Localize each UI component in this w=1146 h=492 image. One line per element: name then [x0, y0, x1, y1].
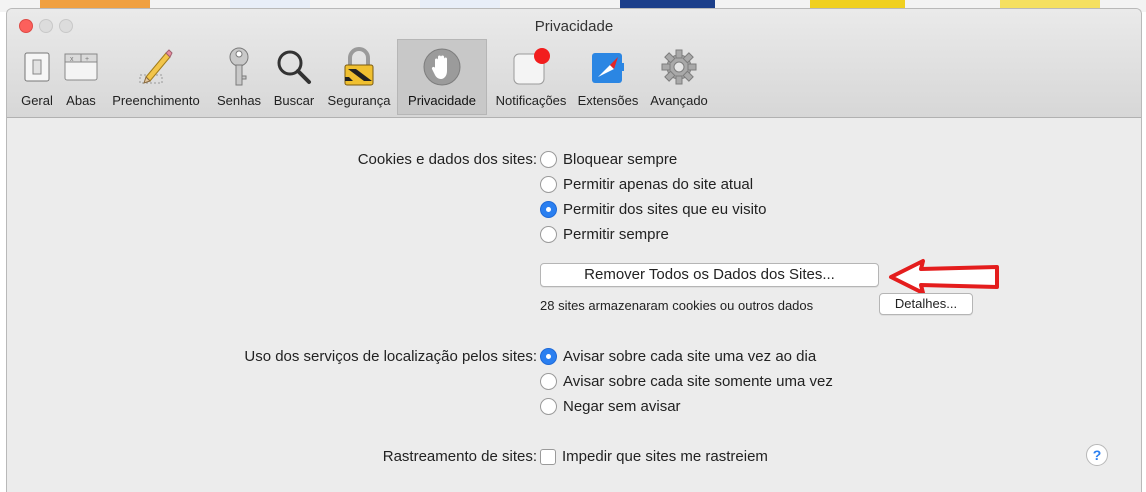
window-title: Privacidade — [534, 18, 614, 35]
key-icon — [217, 45, 261, 89]
tab-label: Avançado — [650, 93, 708, 108]
cookies-option-visited-sites[interactable]: Permitir dos sites que eu visito — [540, 201, 766, 218]
option-label: Permitir apenas do site atual — [563, 176, 754, 193]
cookies-option-current-site[interactable]: Permitir apenas do site atual — [540, 176, 753, 193]
privacy-pane: Cookies e dados dos sites: Bloquear semp… — [7, 118, 1141, 492]
radio-button-selected[interactable] — [540, 348, 557, 365]
tab-extensoes[interactable]: Extensões — [575, 39, 641, 115]
prevent-tracking-option[interactable]: Impedir que sites me rastreiem — [540, 448, 768, 465]
tab-privacidade[interactable]: Privacidade — [397, 39, 487, 115]
tabs-icon: x + — [59, 45, 103, 89]
safari-preferences-window: Privacidade Geral x + Abas Preenchimento… — [6, 8, 1142, 492]
tab-label: Extensões — [577, 93, 639, 108]
lock-icon — [337, 45, 381, 89]
checkbox-label: Impedir que sites me rastreiem — [562, 448, 768, 465]
option-label: Avisar sobre cada site somente uma vez — [563, 373, 833, 390]
notification-badge-icon — [509, 45, 553, 89]
radio-button-selected[interactable] — [540, 201, 557, 218]
tab-avancado[interactable]: Avançado — [641, 39, 717, 115]
radio-button[interactable] — [540, 226, 557, 243]
details-button[interactable]: Detalhes... — [879, 293, 973, 315]
option-label: Permitir sempre — [563, 226, 669, 243]
tab-label: Notificações — [495, 93, 567, 108]
tab-label: Segurança — [327, 93, 391, 108]
tab-label: Preenchimento — [112, 93, 200, 108]
tab-abas[interactable]: x + Abas — [61, 39, 101, 115]
tab-label: Buscar — [273, 93, 315, 108]
tab-senhas[interactable]: Senhas — [211, 39, 267, 115]
cookies-option-allow-always[interactable]: Permitir sempre — [540, 226, 669, 243]
location-services-label: Uso dos serviços de localização pelos si… — [244, 348, 537, 365]
tab-seguranca[interactable]: Segurança — [321, 39, 397, 115]
preferences-toolbar: Geral x + Abas Preenchimento Senhas Busc… — [13, 39, 717, 115]
red-annotation-arrow-icon — [889, 259, 999, 295]
tab-buscar[interactable]: Buscar — [267, 39, 321, 115]
stored-data-note: 28 sites armazenaram cookies ou outros d… — [540, 298, 814, 313]
checkbox[interactable] — [540, 448, 556, 465]
location-option-only-once[interactable]: Avisar sobre cada site somente uma vez — [540, 373, 833, 390]
option-label: Avisar sobre cada site uma vez ao dia — [563, 348, 817, 365]
tab-geral[interactable]: Geral — [13, 39, 61, 115]
switch-icon — [15, 45, 59, 89]
svg-text:x: x — [70, 56, 74, 63]
gear-icon — [657, 45, 701, 89]
tab-label: Privacidade — [408, 93, 476, 108]
help-button[interactable]: ? — [1086, 444, 1108, 466]
tab-preenchimento[interactable]: Preenchimento — [101, 39, 211, 115]
option-label: Negar sem avisar — [563, 398, 681, 415]
option-label: Bloquear sempre — [563, 151, 678, 168]
title-bar: Privacidade Geral x + Abas Preenchimento… — [7, 9, 1141, 118]
tab-label: Senhas — [216, 93, 262, 108]
cookies-label: Cookies e dados dos sites: — [357, 151, 537, 168]
radio-button[interactable] — [540, 398, 557, 415]
location-option-deny[interactable]: Negar sem avisar — [540, 398, 681, 415]
radio-button[interactable] — [540, 176, 557, 193]
svg-text:+: + — [85, 56, 89, 63]
tab-notificacoes[interactable]: Notificações — [487, 39, 575, 115]
extension-compass-icon — [586, 45, 630, 89]
location-option-once-a-day[interactable]: Avisar sobre cada site uma vez ao dia — [540, 348, 816, 365]
radio-button[interactable] — [540, 151, 557, 168]
option-label: Permitir dos sites que eu visito — [563, 201, 767, 218]
pencil-icon — [134, 45, 178, 89]
hand-icon — [420, 45, 464, 89]
tab-label: Abas — [66, 93, 96, 108]
radio-button[interactable] — [540, 373, 557, 390]
cookies-option-block-always[interactable]: Bloquear sempre — [540, 151, 677, 168]
remove-all-website-data-button[interactable]: Remover Todos os Dados dos Sites... — [540, 263, 879, 287]
magnifier-icon — [272, 45, 316, 89]
tab-label: Geral — [21, 93, 53, 108]
website-tracking-label: Rastreamento de sites: — [382, 448, 537, 465]
